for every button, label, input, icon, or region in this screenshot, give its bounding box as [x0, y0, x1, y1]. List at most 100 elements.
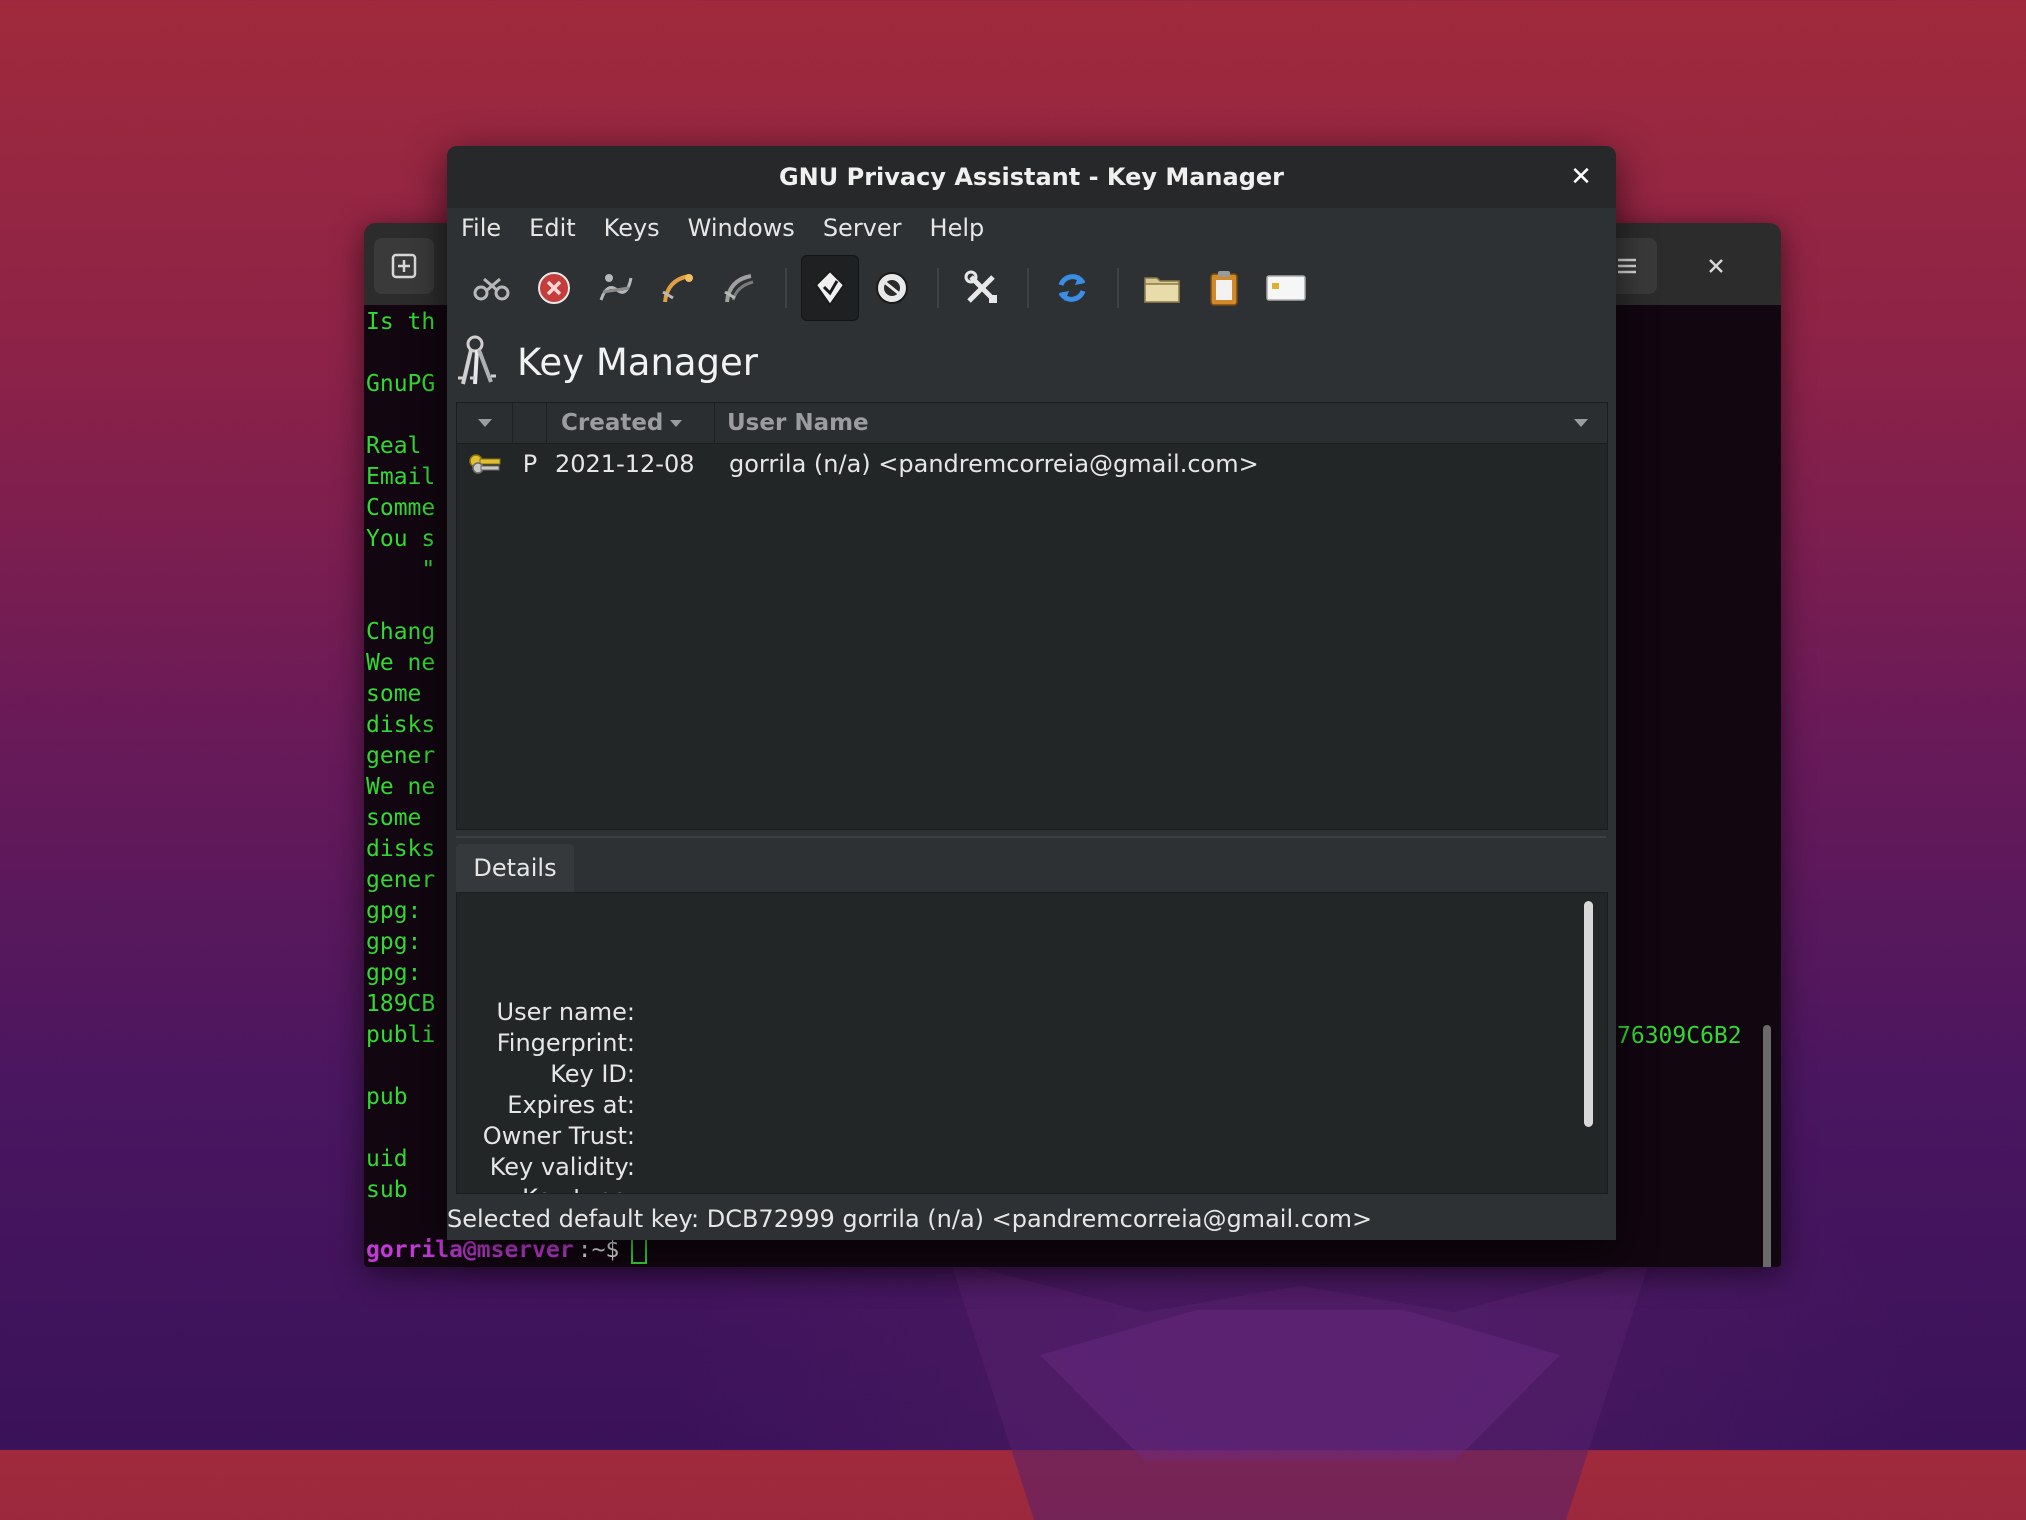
column-user-name-label: User Name	[727, 410, 869, 436]
key-type-cell: P	[522, 450, 538, 478]
detail-label-expires-at: Expires at:	[507, 1091, 635, 1119]
terminal-line: "	[366, 557, 436, 583]
tab-details[interactable]: Details	[456, 844, 574, 892]
terminal-lines: Is th GnuPG Real Email Comme You s " Chang We …	[366, 307, 435, 1206]
detail-label-owner-trust: Owner Trust:	[482, 1122, 635, 1150]
menu-help[interactable]: Help	[930, 212, 985, 244]
divider	[456, 836, 1606, 838]
status-text: Selected default key: DCB72999 gorrila (…	[447, 1205, 1373, 1233]
smartcard-button[interactable]	[1257, 255, 1315, 321]
terminal-fingerprint-fragment: 76309C6B2	[1617, 1023, 1742, 1049]
toolbar-separator	[937, 268, 939, 308]
terminal-line: some	[366, 681, 436, 707]
status-bar: Selected default key: DCB72999 gorrila (…	[447, 1200, 1616, 1238]
terminal-line: uid	[366, 1146, 408, 1172]
prompt-path: :~$	[577, 1237, 620, 1263]
menu-file[interactable]: File	[461, 212, 501, 244]
menu-server[interactable]: Server	[823, 212, 902, 244]
chevron-down-icon	[1574, 419, 1588, 427]
terminal-line: Is th	[366, 309, 436, 335]
export-key-button[interactable]	[711, 255, 769, 321]
column-type-sort[interactable]	[457, 403, 513, 443]
detail-label-key-validity: Key validity:	[489, 1153, 635, 1181]
detail-label-fingerprint: Fingerprint:	[496, 1029, 635, 1057]
export-key-icon	[724, 274, 754, 303]
terminal-scrollbar[interactable]	[1763, 1025, 1771, 1267]
terminal-cursor	[631, 1236, 648, 1264]
brief-view-icon	[814, 269, 846, 307]
close-icon: ✕	[1570, 162, 1592, 192]
toolbar-separator	[785, 268, 787, 308]
hamburger-icon	[1618, 258, 1636, 274]
menubar: File Edit Keys Windows Server Help	[447, 208, 1616, 248]
menu-windows[interactable]: Windows	[688, 212, 795, 244]
terminal-line: GnuPG	[366, 371, 436, 397]
terminal-line: disks	[366, 836, 436, 862]
column-user-name[interactable]: User Name	[715, 403, 1607, 443]
detail-label-user-name: User name:	[496, 998, 635, 1026]
tab-details-label: Details	[473, 854, 557, 882]
terminal-line: You s	[366, 526, 436, 552]
brief-view-button[interactable]	[801, 255, 859, 321]
detail-label-key-id: Key ID:	[550, 1060, 635, 1088]
terminal-line: We ne	[366, 774, 436, 800]
edit-key-button[interactable]	[463, 255, 521, 321]
key-manager-heading: Key Manager	[455, 332, 758, 392]
details-panel: User name: Fingerprint: Key ID: Expires …	[456, 892, 1608, 1194]
clipboard-icon	[1210, 271, 1238, 306]
terminal-line: gener	[366, 867, 436, 893]
keypair-icon	[457, 452, 513, 476]
preferences-button[interactable]	[953, 255, 1011, 321]
terminal-line: gpg:	[366, 929, 436, 955]
terminal-line: disks	[366, 712, 436, 738]
key-list[interactable]: Created User Name P 2021-12-08 gorrila (…	[456, 402, 1608, 830]
new-tab-button[interactable]	[374, 238, 434, 294]
sign-key-button[interactable]	[587, 255, 645, 321]
sign-key-icon	[599, 274, 633, 301]
terminal-line: Real	[366, 433, 436, 459]
column-created[interactable]: Created	[547, 403, 715, 443]
key-list-header: Created User Name	[457, 403, 1607, 444]
smartcard-icon	[1266, 275, 1306, 301]
window-titlebar[interactable]: GNU Privacy Assistant - Key Manager ✕	[447, 146, 1616, 209]
file-manager-button[interactable]	[1133, 255, 1191, 321]
toolbar-separator	[1027, 268, 1029, 308]
key-user-name-cell: gorrila (n/a) <pandremcorreia@gmail.com>	[729, 450, 1259, 478]
close-icon	[1709, 259, 1723, 273]
column-status[interactable]	[513, 403, 547, 443]
refresh-button[interactable]	[1043, 255, 1101, 321]
prompt-user-host: gorrila@mserver	[366, 1237, 574, 1263]
import-key-icon	[662, 274, 693, 303]
detail-labels: User name: Fingerprint: Key ID: Expires …	[457, 997, 635, 1193]
terminal-line: We ne	[366, 650, 436, 676]
terminal-line: Comme	[366, 495, 436, 521]
page-title: Key Manager	[517, 340, 759, 384]
table-row[interactable]: P 2021-12-08 gorrila (n/a) <pandremcorre…	[457, 444, 1607, 484]
detailed-view-icon	[876, 272, 908, 304]
terminal-line: pub	[366, 1084, 408, 1110]
detail-label-key-type: Key type:	[457, 1183, 635, 1193]
clipboard-button[interactable]	[1195, 255, 1253, 321]
detailed-view-button[interactable]	[863, 255, 921, 321]
import-key-button[interactable]	[649, 255, 707, 321]
terminal-line: Chang	[366, 619, 436, 645]
details-scrollbar[interactable]	[1584, 901, 1593, 1127]
key-manager-window: GNU Privacy Assistant - Key Manager ✕ Fi…	[447, 146, 1616, 1240]
terminal-line: some	[366, 805, 436, 831]
delete-key-button[interactable]	[525, 255, 583, 321]
window-close-button[interactable]: ✕	[1564, 160, 1598, 194]
file-manager-icon	[1144, 277, 1180, 303]
terminal-close-button[interactable]	[1686, 238, 1746, 294]
edit-key-icon	[473, 277, 510, 301]
keyring-icon	[458, 335, 496, 385]
key-created-cell: 2021-12-08	[555, 450, 695, 478]
menu-keys[interactable]: Keys	[604, 212, 660, 244]
terminal-line: gener	[366, 743, 436, 769]
menu-edit[interactable]: Edit	[529, 212, 575, 244]
chevron-down-icon	[477, 419, 492, 427]
